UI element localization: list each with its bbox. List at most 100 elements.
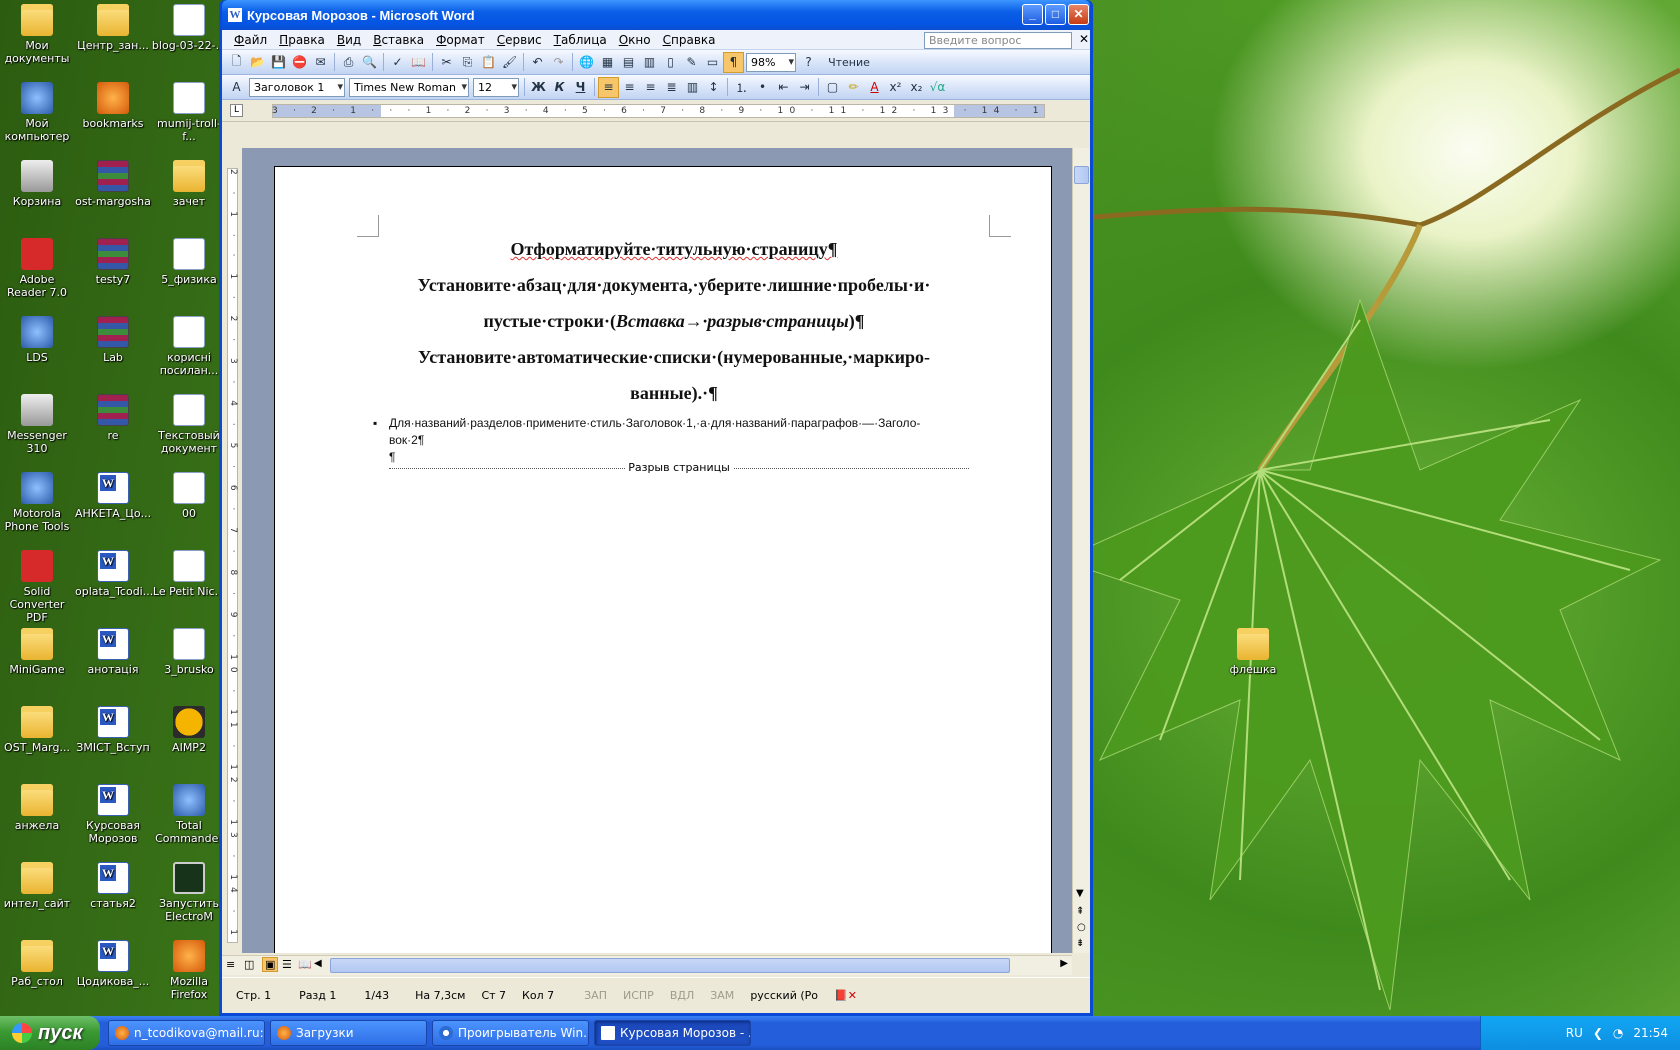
email-icon[interactable]: ✉ [310,52,331,73]
desktop-icon[interactable]: Мой компьютер [0,82,75,143]
tab-selector-icon[interactable]: L [230,104,243,117]
vertical-scroll-thumb[interactable] [1074,166,1089,184]
desktop-icon-flashka[interactable]: флешка [1215,628,1291,676]
scroll-left-icon[interactable]: ◀ [314,958,322,969]
desktop-icon[interactable]: mumij-troll-f... [151,82,227,143]
previous-page-icon[interactable]: ⇞ [1076,906,1084,917]
font-color-icon[interactable]: A [864,77,885,98]
vertical-scrollbar[interactable]: ▼ ⇞ ○ ⇟ [1072,148,1090,953]
desktop-icon[interactable]: корисні посилан... [151,316,227,377]
align-center-icon[interactable]: ≡ [619,77,640,98]
menu-tools[interactable]: Сервис [491,33,548,47]
format-painter-icon[interactable]: 🖌 [499,52,520,73]
desktop-icon[interactable]: re [75,394,151,442]
status-language[interactable]: русский (Ро [742,989,826,1002]
language-indicator[interactable]: RU [1566,1026,1583,1040]
menu-window[interactable]: Окно [613,33,657,47]
desktop-icon[interactable]: Lab [75,316,151,364]
desktop-icon[interactable]: интел_сайт [0,862,75,910]
desktop-icon[interactable]: testy7 [75,238,151,286]
menu-format[interactable]: Формат [430,33,491,47]
taskbar-item-word[interactable]: Курсовая Морозов - ... [594,1020,751,1046]
insert-table-icon[interactable]: ▤ [618,52,639,73]
desktop-icon[interactable]: ost-margosha [75,160,151,208]
align-right-icon[interactable]: ≡ [640,77,661,98]
desktop-icon[interactable]: ЗМІСТ_Вступ [75,706,151,754]
tray-expand-icon[interactable]: ❮ [1593,1026,1603,1040]
outline-view-icon[interactable]: ☰ [282,958,292,971]
new-document-icon[interactable]: 🗋 [226,52,247,73]
desktop-icon[interactable]: Раб_стол [0,940,75,988]
desktop-icon[interactable]: анотація [75,628,151,676]
status-record-macro[interactable]: ЗАП [576,989,615,1002]
desktop-icon[interactable]: Messenger 310 [0,394,75,455]
desktop-icon[interactable]: LDS [0,316,75,364]
print-preview-icon[interactable]: 🔍 [359,52,380,73]
zoom-select[interactable]: 98% [746,52,796,72]
drawing-icon[interactable]: ✎ [681,52,702,73]
desktop-icon[interactable]: Solid Converter PDF [0,550,75,624]
numbering-icon[interactable]: ⒈ [731,77,752,98]
equation-icon[interactable]: √α [927,77,948,98]
status-track-changes[interactable]: ИСПР [615,989,662,1002]
minimize-button[interactable]: _ [1022,4,1043,25]
scroll-down-icon[interactable]: ▼ [1076,888,1084,899]
align-left-icon[interactable]: ≡ [598,76,619,98]
redo-icon[interactable]: ↷ [548,52,569,73]
status-extend[interactable]: ВДЛ [662,989,702,1002]
status-overtype[interactable]: ЗАМ [702,989,742,1002]
horizontal-scrollbar[interactable]: ≡ ◫ ▣ ☰ 📖 ◀ ▶ [222,955,1072,975]
menu-file[interactable]: Файл [228,33,273,47]
desktop-icon[interactable]: bookmarks [75,82,151,130]
help-icon[interactable]: ? [798,52,819,73]
desktop-icon[interactable]: Adobe Reader 7.0 [0,238,75,299]
desktop-icon[interactable]: OST_Marg... [0,706,75,754]
styles-formatting-icon[interactable]: A [226,77,247,98]
window-titlebar[interactable]: W Курсовая Морозов - Microsoft Word _ □ … [222,0,1090,30]
desktop-icon[interactable]: Запустить ElectroM [151,862,227,923]
menu-help[interactable]: Справка [657,33,722,47]
desktop-icon[interactable]: статья2 [75,862,151,910]
subscript-icon[interactable]: x₂ [906,77,927,98]
increase-indent-icon[interactable]: ⇥ [794,77,815,98]
highlight-icon[interactable]: ✏ [843,77,864,98]
undo-icon[interactable]: ↶ [527,52,548,73]
desktop-icon[interactable]: 3_brusko [151,628,227,676]
desktop-icon[interactable]: анжела [0,784,75,832]
insert-excel-icon[interactable]: ▥ [639,52,660,73]
document-map-icon[interactable]: ▭ [702,52,723,73]
desktop-icon[interactable]: blog-03-22-... [151,4,227,52]
normal-view-icon[interactable]: ≡ [226,958,235,971]
copy-icon[interactable]: ⎘ [457,52,478,73]
desktop-icon[interactable]: AIMP2 [151,706,227,754]
spelling-icon[interactable]: ✓ [387,52,408,73]
desktop-icon[interactable]: зачет [151,160,227,208]
distributed-icon[interactable]: ▥ [682,77,703,98]
desktop-icon[interactable]: MiniGame [0,628,75,676]
italic-button[interactable]: К [549,77,570,98]
desktop-icon[interactable]: Цодикова_... [75,940,151,988]
document-area[interactable]: Отформатируйте·титульную·страницу¶ Устан… [242,148,1072,953]
columns-icon[interactable]: ▯ [660,52,681,73]
show-hide-marks-icon[interactable]: ¶ [723,51,744,73]
horizontal-scroll-thumb[interactable] [330,958,1010,973]
document-page[interactable]: Отформатируйте·титульную·страницу¶ Устан… [274,166,1052,953]
menu-table[interactable]: Таблица [548,33,613,47]
desktop-icon[interactable]: Курсовая Морозов [75,784,151,845]
menu-view[interactable]: Вид [331,33,367,47]
desktop-icon[interactable]: oplata_Tcodi... [75,550,153,598]
tables-borders-icon[interactable]: ▦ [597,52,618,73]
browse-object-icon[interactable]: ○ [1077,922,1086,933]
print-icon[interactable]: ⎙ [338,52,359,73]
menu-insert[interactable]: Вставка [367,33,430,47]
reading-view-icon[interactable]: 📖 [298,958,312,971]
print-layout-view-icon[interactable]: ▣ [262,957,279,972]
font-select[interactable]: Times New Roman [349,77,469,97]
desktop-icon[interactable]: Текстовый документ [151,394,227,455]
read-mode-button[interactable]: Чтение [819,52,879,73]
next-page-icon[interactable]: ⇟ [1076,938,1084,949]
taskbar-item-downloads[interactable]: Загрузки [270,1020,427,1046]
start-button[interactable]: пуск [0,1016,100,1050]
network-icon[interactable]: ◔ [1613,1026,1623,1040]
horizontal-ruler[interactable]: L 3 · 2 · 1 · · · 1 · 2 · 3 · 4 · 5 · 6 … [222,100,1090,122]
